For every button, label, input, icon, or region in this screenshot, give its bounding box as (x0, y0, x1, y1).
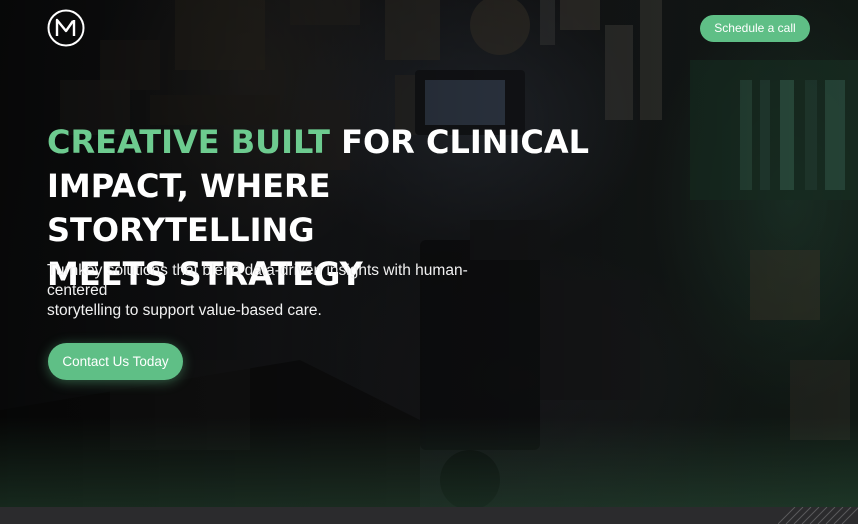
subtitle-line1: Turnkey solutions that blend data-driven… (47, 262, 468, 299)
bottom-bar (0, 507, 858, 524)
contact-us-button[interactable]: Contact Us Today (48, 343, 183, 380)
headline-accent: CREATIVE BUILT (47, 123, 330, 161)
headline-line2: IMPACT, WHERE STORYTELLING (47, 167, 331, 249)
green-glow (0, 417, 858, 507)
headline-line1-rest: FOR CLINICAL (329, 123, 590, 161)
schedule-call-button[interactable]: Schedule a call (700, 15, 810, 42)
diagonal-pattern-decoration (778, 507, 858, 524)
hero-section: Schedule a call CREATIVE BUILT FOR CLINI… (0, 0, 858, 507)
subtitle-line2: storytelling to support value-based care… (47, 302, 322, 319)
m-monogram-logo[interactable] (47, 9, 85, 47)
hero-subtitle: Turnkey solutions that blend data-driven… (47, 261, 517, 321)
